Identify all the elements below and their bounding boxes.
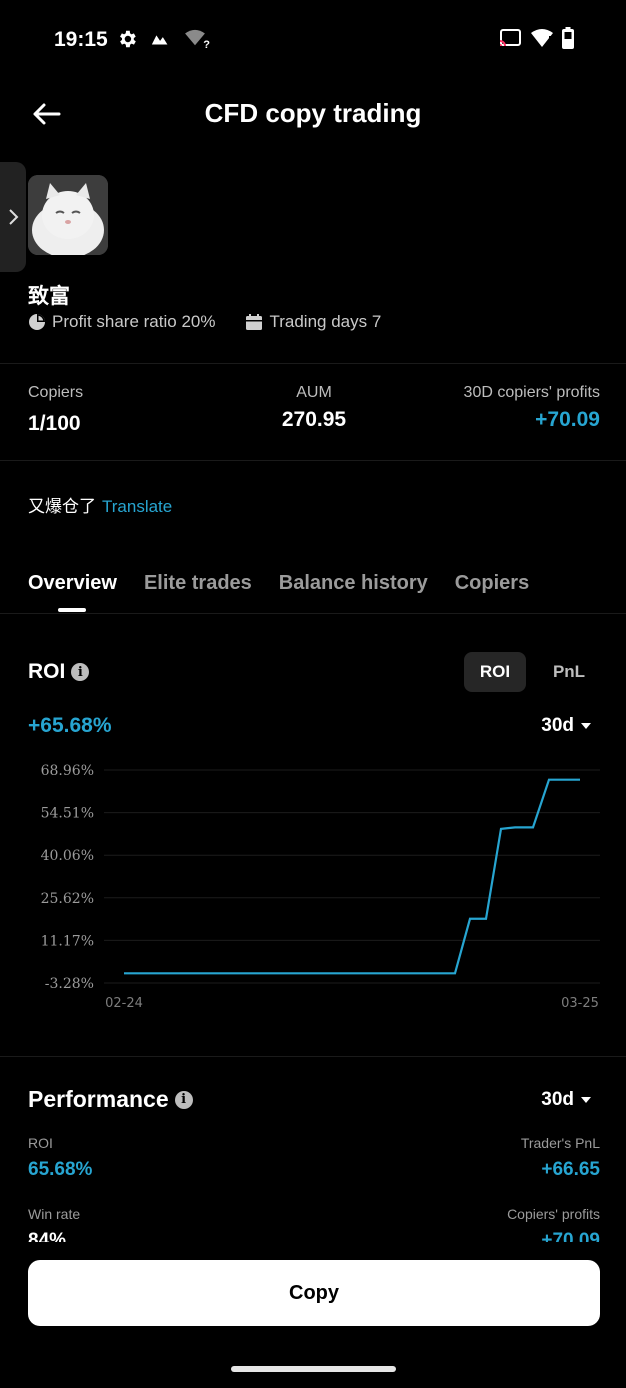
status-time: 19:15 xyxy=(54,28,108,51)
trader-meta: Profit share ratio 20% Trading days 7 xyxy=(28,312,411,332)
profit-share-text: Profit share ratio 20% xyxy=(52,312,216,331)
page-title: CFD copy trading xyxy=(204,98,422,128)
side-panel-handle[interactable] xyxy=(0,162,26,272)
x-tick-label: 03-25 xyxy=(561,996,599,1011)
wifi-icon xyxy=(531,29,553,47)
trading-days-item: Trading days 7 xyxy=(245,312,381,332)
y-tick-label: 68.96% xyxy=(41,763,94,779)
pnl-toggle-button[interactable]: PnL xyxy=(538,652,600,692)
x-tick-label: 02-24 xyxy=(105,996,143,1011)
roi-chart: 68.96% 54.51% 40.06% 25.62% 11.17% -3.28% 02-2… xyxy=(41,763,600,1011)
caret-down-icon xyxy=(581,723,591,729)
gear-icon xyxy=(120,30,136,48)
trading-days-text: Trading days 7 xyxy=(269,312,382,331)
status-icons-right xyxy=(498,27,574,49)
aum-label: AUM xyxy=(296,384,332,401)
roi-pnl-toggle: ROI PnL xyxy=(452,652,600,692)
y-tick-label: 54.51% xyxy=(41,806,94,822)
aum-value: 270.95 xyxy=(281,408,347,431)
cat-avatar-image xyxy=(28,175,108,255)
roi-series-line xyxy=(124,778,580,975)
copy-button[interactable]: Copy xyxy=(28,1260,600,1326)
performance-range-label: 30d xyxy=(541,1089,574,1110)
divider xyxy=(0,363,626,364)
performance-title: Performance i xyxy=(28,1086,193,1113)
perf-win-rate-label: Win rate xyxy=(28,1206,81,1222)
back-button[interactable] xyxy=(28,96,64,132)
profit-share-item: Profit share ratio 20% xyxy=(28,312,215,332)
chevron-right-icon xyxy=(9,209,19,225)
copiers-label: Copiers xyxy=(28,384,84,401)
roi-toggle-button[interactable]: ROI xyxy=(464,652,526,692)
pie-chart-icon xyxy=(29,314,45,330)
copiers-value: 1/100 xyxy=(28,412,83,436)
perf-roi: ROI 65.68% xyxy=(28,1135,92,1181)
translate-link[interactable]: Translate xyxy=(102,497,172,516)
tab-copiers[interactable]: Copiers xyxy=(455,572,529,595)
battery-icon xyxy=(562,27,574,49)
performance-range-select[interactable]: 30d xyxy=(541,1089,592,1111)
arrow-left-icon xyxy=(33,103,61,125)
avatar[interactable] xyxy=(28,175,108,255)
wifi-question-text: ? xyxy=(203,39,210,51)
copiers-current: 1 xyxy=(28,412,40,435)
footer: Copy xyxy=(0,1242,626,1388)
tab-balance-history[interactable]: Balance history xyxy=(279,572,428,595)
info-icon[interactable]: i xyxy=(71,663,90,681)
copiers-max: /100 xyxy=(39,412,81,435)
status-icons-left: ? xyxy=(116,28,210,51)
copier-profits-stat: 30D copiers' profits +70.09 xyxy=(464,384,600,432)
performance-title-text: Performance xyxy=(28,1086,169,1112)
wifi-question-icon: ? xyxy=(184,29,210,51)
tab-elite-trades[interactable]: Elite trades xyxy=(144,572,252,595)
bio-text: 又爆仓了 xyxy=(28,497,96,516)
tab-bar: Overview Elite trades Balance history Co… xyxy=(28,572,529,595)
caret-down-icon xyxy=(581,1097,591,1103)
status-bar: 19:15 ? xyxy=(0,0,626,80)
trader-bio: 又爆仓了 Translate xyxy=(28,492,172,517)
perf-roi-value: 65.68% xyxy=(28,1159,93,1180)
y-tick-label: 25.62% xyxy=(41,891,94,907)
trader-name: 致富 xyxy=(28,285,70,308)
perf-pnl-value: +66.65 xyxy=(541,1159,600,1180)
tab-indicator xyxy=(58,608,86,612)
calendar-icon xyxy=(246,314,263,330)
cloud-icon xyxy=(151,35,168,45)
perf-pnl: Trader's PnL +66.65 xyxy=(521,1135,600,1181)
cast-icon xyxy=(500,29,521,46)
divider xyxy=(0,460,626,461)
y-tick-label: 11.17% xyxy=(41,933,94,949)
copier-profits-label: 30D copiers' profits xyxy=(463,384,600,401)
perf-roi-label: ROI xyxy=(28,1135,53,1151)
info-icon[interactable]: i xyxy=(174,1090,193,1109)
home-indicator[interactable] xyxy=(231,1366,396,1372)
perf-pnl-label: Trader's PnL xyxy=(520,1135,600,1151)
y-tick-label: -3.28% xyxy=(45,976,94,992)
roi-range-label: 30d xyxy=(541,715,574,736)
divider xyxy=(0,613,626,614)
divider xyxy=(0,1056,626,1057)
copiers-stat: Copiers 1/100 xyxy=(28,384,83,436)
roi-range-select[interactable]: 30d xyxy=(541,715,592,737)
tab-overview[interactable]: Overview xyxy=(28,572,117,595)
y-tick-label: 40.06% xyxy=(41,848,94,864)
roi-title: ROI i xyxy=(28,660,90,684)
copier-profits-value: +70.09 xyxy=(535,408,600,431)
perf-copier-profits-label: Copiers' profits xyxy=(507,1206,600,1222)
app-bar: CFD copy trading xyxy=(0,90,626,138)
trader-stats: Copiers 1/100 AUM 270.95 30D copiers' pr… xyxy=(28,384,600,444)
roi-title-text: ROI xyxy=(28,660,66,683)
roi-value: +65.68% xyxy=(28,714,112,737)
aum-stat: AUM 270.95 xyxy=(278,384,350,432)
